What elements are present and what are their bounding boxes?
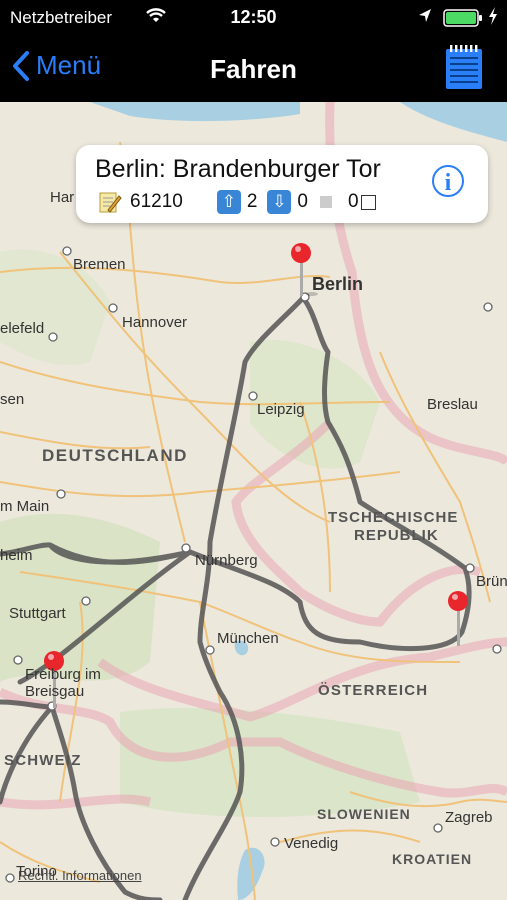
map-label: Breisgau — [25, 683, 84, 700]
checkbox-icon[interactable] — [360, 194, 376, 210]
up-count: 2 — [246, 191, 258, 212]
map-label: sen — [0, 391, 24, 408]
charging-icon — [487, 6, 499, 31]
map-label: heim — [0, 547, 33, 564]
info-button[interactable]: i — [432, 165, 464, 197]
map-label: Breslau — [427, 396, 478, 413]
gray-square-icon — [320, 196, 332, 208]
annotation-callout[interactable]: Berlin: Brandenburger Tor 61210 ⇧ 2 ⇩ 0 … — [76, 145, 488, 223]
map-label: Stuttgart — [9, 605, 67, 622]
map-label: Venedig — [284, 835, 338, 852]
map-label: Nürnberg — [195, 552, 258, 569]
legal-link[interactable]: Rechtl. Informationen — [18, 868, 142, 883]
map-label: Bremen — [73, 256, 126, 273]
map-label: ÖSTERREICH — [318, 682, 428, 699]
map-label: TSCHECHISCHE — [328, 509, 458, 526]
arrow-up-icon: ⇧ — [216, 190, 241, 214]
battery-icon — [443, 9, 483, 32]
map-label: REPUBLIK — [354, 527, 439, 544]
map-label: Leipzig — [257, 401, 305, 418]
map-view[interactable]: Berlin Bremen Hannover elefeld sen Leipz… — [0, 102, 507, 900]
map-label: München — [217, 630, 279, 647]
map-label: m Main — [0, 498, 49, 515]
gray-count: 0 — [348, 191, 359, 212]
down-count: 0 — [297, 191, 308, 212]
map-label: Hannover — [122, 314, 187, 331]
list-button[interactable] — [444, 44, 484, 95]
map-label: SCHWEIZ — [4, 752, 82, 769]
map-label: Berlin — [312, 274, 363, 294]
callout-number: 61210 — [130, 191, 183, 212]
map-label: Zagreb — [445, 809, 493, 826]
map-label: DEUTSCHLAND — [42, 446, 188, 465]
map-label: Har — [50, 189, 74, 206]
page-title: Fahren — [210, 54, 297, 84]
map-label: elefeld — [0, 320, 44, 337]
location-arrow-icon — [418, 8, 432, 29]
status-bar: Netzbetreiber 12:50 — [0, 0, 507, 36]
map-label: KROATIEN — [392, 851, 472, 867]
map-label: Freiburg im — [25, 666, 101, 683]
map-label: SLOWENIEN — [317, 806, 411, 822]
callout-details: 61210 ⇧ 2 ⇩ 0 0 — [98, 190, 382, 214]
navigation-bar: Menü Fahren — [0, 36, 507, 102]
map-label: Brün — [476, 573, 507, 590]
callout-title: Berlin: Brandenburger Tor — [95, 155, 381, 183]
notepad-icon — [99, 192, 122, 213]
info-icon: i — [444, 170, 452, 196]
list-icon — [446, 45, 482, 89]
arrow-down-icon: ⇩ — [267, 190, 292, 214]
